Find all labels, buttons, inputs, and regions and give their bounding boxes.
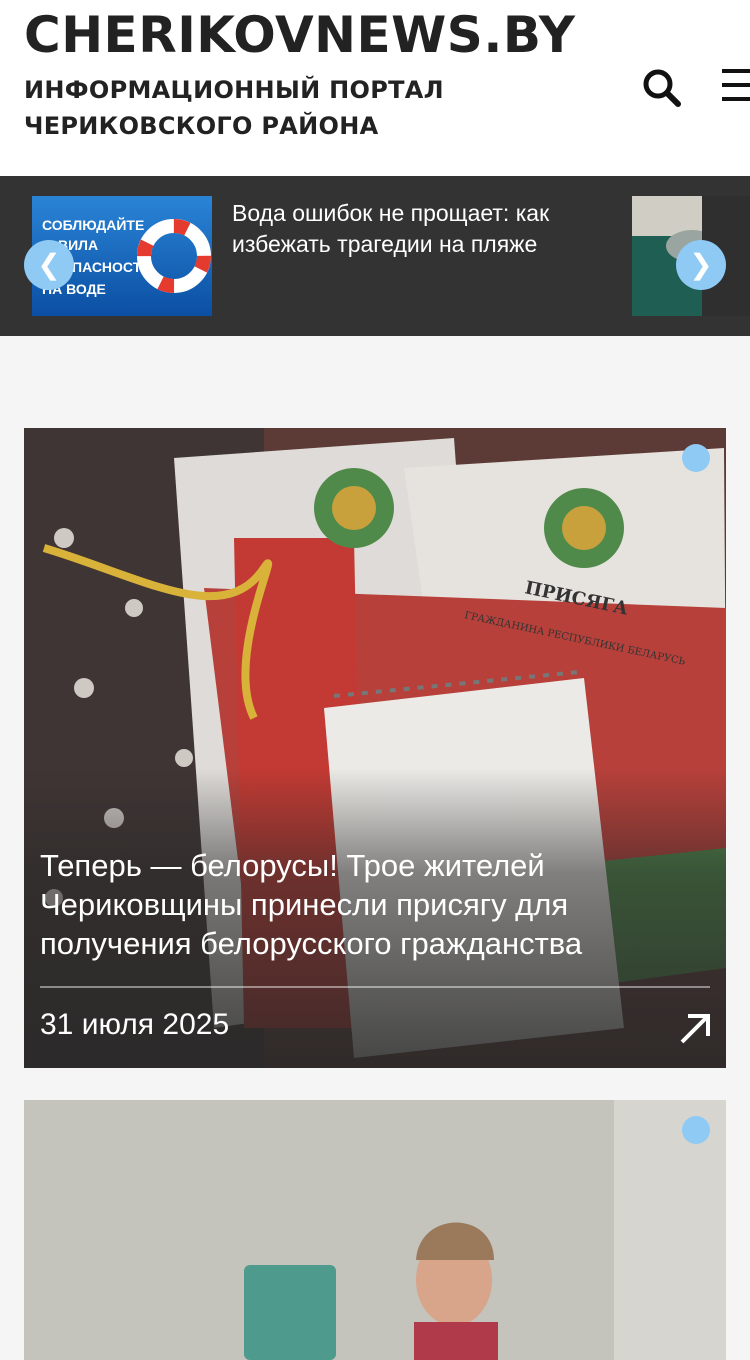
open-article-button[interactable] <box>678 1012 712 1046</box>
search-button[interactable] <box>640 66 684 110</box>
slider-next-button[interactable]: ❯ <box>676 240 726 290</box>
article-date: 31 июля 2025 <box>40 1008 230 1041</box>
site-title[interactable]: CHERIKOVNEWS.BY <box>24 6 575 64</box>
site-subtitle: ИНФОРМАЦИОННЫЙ ПОРТАЛ ЧЕРИКОВСКОГО РАЙОН… <box>24 72 484 144</box>
article-card[interactable]: ПРИСЯГА ГРАЖДАНИНА РЕСПУБЛИКИ БЕЛАРУСЬ Т… <box>24 428 726 1068</box>
slide-title[interactable]: Вода ошибок не прощает: как избежать тра… <box>232 198 592 260</box>
chevron-left-icon: ❮ <box>37 249 61 280</box>
divider <box>40 986 710 988</box>
news-slider: СОБЛЮДАЙТЕ ВИЛА ПАСНОСТИ НА ВОДЕ Вода ош… <box>0 176 750 336</box>
article-card[interactable] <box>24 1100 726 1360</box>
chevron-right-icon: ❯ <box>689 249 713 280</box>
menu-button[interactable] <box>718 66 750 106</box>
arrow-up-right-icon <box>680 1014 710 1044</box>
site-header: CHERIKOVNEWS.BY ИНФОРМАЦИОННЫЙ ПОРТАЛ ЧЕ… <box>0 0 750 176</box>
thumb-text: СОБЛЮДАЙТЕ <box>42 216 144 233</box>
site-subtitle-line: ИНФОРМАЦИОННЫЙ ПОРТАЛ <box>24 76 444 104</box>
site-subtitle-line: ЧЕРИКОВСКОГО РАЙОНА <box>24 112 379 140</box>
search-icon <box>643 69 681 107</box>
category-dot[interactable] <box>682 1116 710 1144</box>
article-title[interactable]: Теперь — белорусы! Трое жителей Чериковщ… <box>40 846 712 963</box>
article-image <box>24 1100 726 1360</box>
menu-icon <box>722 69 750 101</box>
category-dot[interactable] <box>682 444 710 472</box>
thumb-text: ПАСНОСТИ <box>72 259 151 275</box>
slider-prev-button[interactable]: ❮ <box>24 240 74 290</box>
